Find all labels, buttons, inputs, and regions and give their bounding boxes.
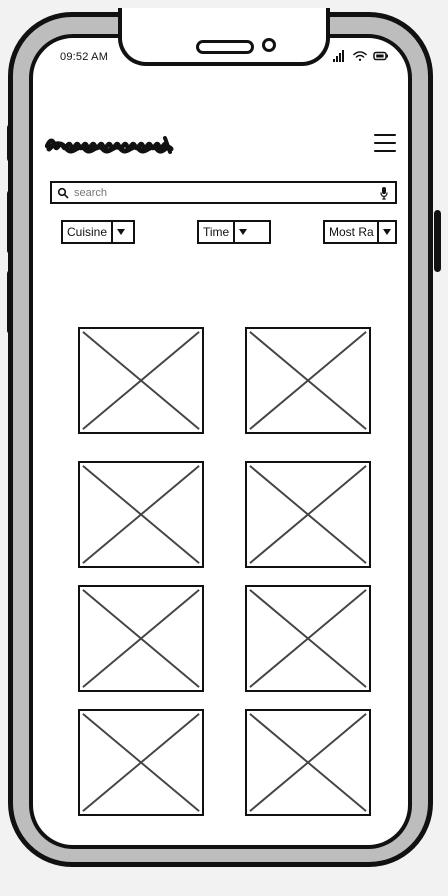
mic-icon[interactable] (377, 186, 391, 200)
search-icon (56, 186, 70, 200)
image-placeholder[interactable] (78, 585, 204, 692)
triangle-down-icon[interactable] (111, 222, 129, 242)
camera-icon (262, 38, 276, 52)
image-placeholder[interactable] (245, 585, 371, 692)
cuisine-dropdown[interactable]: Cuisine (61, 220, 135, 244)
phone-side-button (434, 210, 441, 272)
image-placeholder[interactable] (78, 461, 204, 568)
image-placeholder[interactable] (245, 327, 371, 434)
search-input[interactable] (70, 184, 377, 201)
rating-dropdown-label: Most Ra (329, 225, 374, 239)
image-placeholder[interactable] (78, 709, 204, 816)
wifi-icon (353, 50, 367, 62)
phone-notch (118, 8, 330, 66)
time-dropdown-label: Time (203, 225, 230, 239)
time-dropdown[interactable]: Time (197, 220, 271, 244)
image-placeholder[interactable] (245, 461, 371, 568)
image-placeholder[interactable] (78, 327, 204, 434)
menu-icon[interactable] (374, 134, 396, 152)
status-icons (333, 50, 389, 62)
image-placeholder[interactable] (245, 709, 371, 816)
rating-dropdown[interactable]: Most Ra (323, 220, 397, 244)
status-time: 09:52 AM (60, 51, 109, 63)
battery-icon (373, 51, 389, 61)
triangle-down-icon[interactable] (233, 222, 251, 242)
speaker-icon (196, 40, 254, 54)
triangle-down-icon[interactable] (377, 222, 395, 242)
search-box[interactable] (50, 181, 397, 204)
cuisine-dropdown-label: Cuisine (67, 225, 108, 239)
logo-scribble (44, 131, 175, 155)
app-mockup: 09:52 AM search Cuisine Time Most Ra (0, 0, 448, 896)
signal-icon (333, 50, 347, 62)
